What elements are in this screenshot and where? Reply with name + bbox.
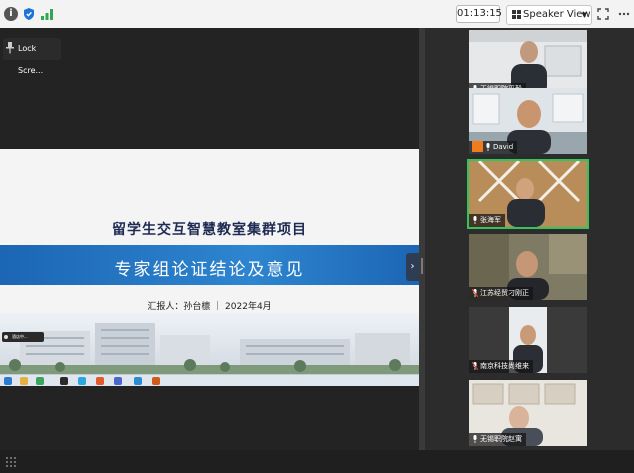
lock-screen-button[interactable]: Lock Scre...	[3, 38, 61, 75]
slide-reporter: 汇报人：孙台檩 ｜ 2022年4月	[147, 302, 272, 312]
grip-icon[interactable]	[4, 454, 20, 468]
app-icon	[114, 377, 122, 385]
chevron-down-icon: ▼	[581, 11, 587, 19]
participant-nameplate: 江苏经贸刁刚正	[469, 287, 533, 300]
participant-nameplate: 无锡职院赵寓	[469, 433, 526, 446]
avatar-icon	[472, 140, 483, 152]
participant-name: David	[493, 143, 514, 151]
campus-photo	[0, 313, 419, 379]
folder-icon	[20, 377, 28, 385]
app-icon	[60, 377, 68, 385]
app-icon	[152, 377, 160, 385]
more-options-icon[interactable]	[618, 8, 630, 20]
shield-icon[interactable]	[22, 7, 36, 21]
grid-icon	[512, 10, 521, 19]
participant-tile[interactable]: 南京科技尚维来	[469, 307, 587, 373]
participant-nameplate: 张海军	[469, 214, 505, 227]
view-label: Speaker View	[523, 9, 591, 20]
lock-screen-label: Lock Scre...	[18, 44, 44, 75]
start-icon	[4, 377, 12, 385]
mini-badge-label: 酒店中...	[12, 334, 28, 339]
microphone-icon	[473, 216, 477, 224]
participant-name: 张海军	[480, 216, 501, 224]
participant-tile[interactable]: 江苏经贸刁刚正	[469, 234, 587, 300]
info-icon[interactable]: i	[4, 7, 18, 21]
participant-tile[interactable]: 无锡职院平毅	[469, 30, 587, 96]
mini-meeting-badge[interactable]: 酒店中...	[2, 332, 44, 342]
slide-banner-text: 专家组论证结论及意见	[114, 260, 305, 280]
app-icon	[36, 377, 44, 385]
splitter-handle[interactable]	[421, 258, 423, 274]
participant-tile[interactable]: David	[469, 88, 587, 154]
app-icon	[78, 377, 86, 385]
speaker-view-button[interactable]: Speaker View ▼	[506, 5, 592, 25]
participant-nameplate: 南京科技尚维来	[469, 360, 533, 373]
participant-name: 南京科技尚维来	[480, 362, 529, 370]
slide-title: 留学生交互智慧教室集群项目	[112, 222, 307, 238]
microphone-icon	[473, 435, 477, 443]
pin-icon	[6, 42, 14, 54]
participant-name: 无锡职院赵寓	[480, 435, 522, 443]
participant-tile[interactable]: 无锡职院赵寓	[469, 380, 587, 446]
collapse-panel-button[interactable]: ›	[406, 253, 419, 281]
presentation-slide: 留学生交互智慧教室集群项目 专家组论证结论及意见 汇报人：孙台檩 ｜ 2022年…	[0, 149, 419, 386]
fullscreen-icon[interactable]	[597, 8, 609, 20]
participant-nameplate: David	[469, 140, 518, 154]
slide-taskbar	[0, 374, 419, 386]
status-dot-icon	[4, 335, 8, 339]
app-icon	[134, 377, 142, 385]
meeting-timer: 01:13:15	[456, 5, 502, 23]
participant-tile-active[interactable]: 张海军	[467, 159, 589, 229]
microphone-muted-icon	[472, 362, 478, 370]
participant-name: 江苏经贸刁刚正	[480, 289, 529, 297]
signal-icon[interactable]	[40, 7, 54, 21]
meeting-toolbar: i 01:13:15 Speaker View ▼	[0, 0, 634, 29]
microphone-muted-icon	[472, 289, 478, 297]
app-icon	[96, 377, 104, 385]
participant-gallery: 无锡职院平毅 David 张海军	[425, 28, 634, 450]
microphone-icon	[486, 143, 490, 151]
